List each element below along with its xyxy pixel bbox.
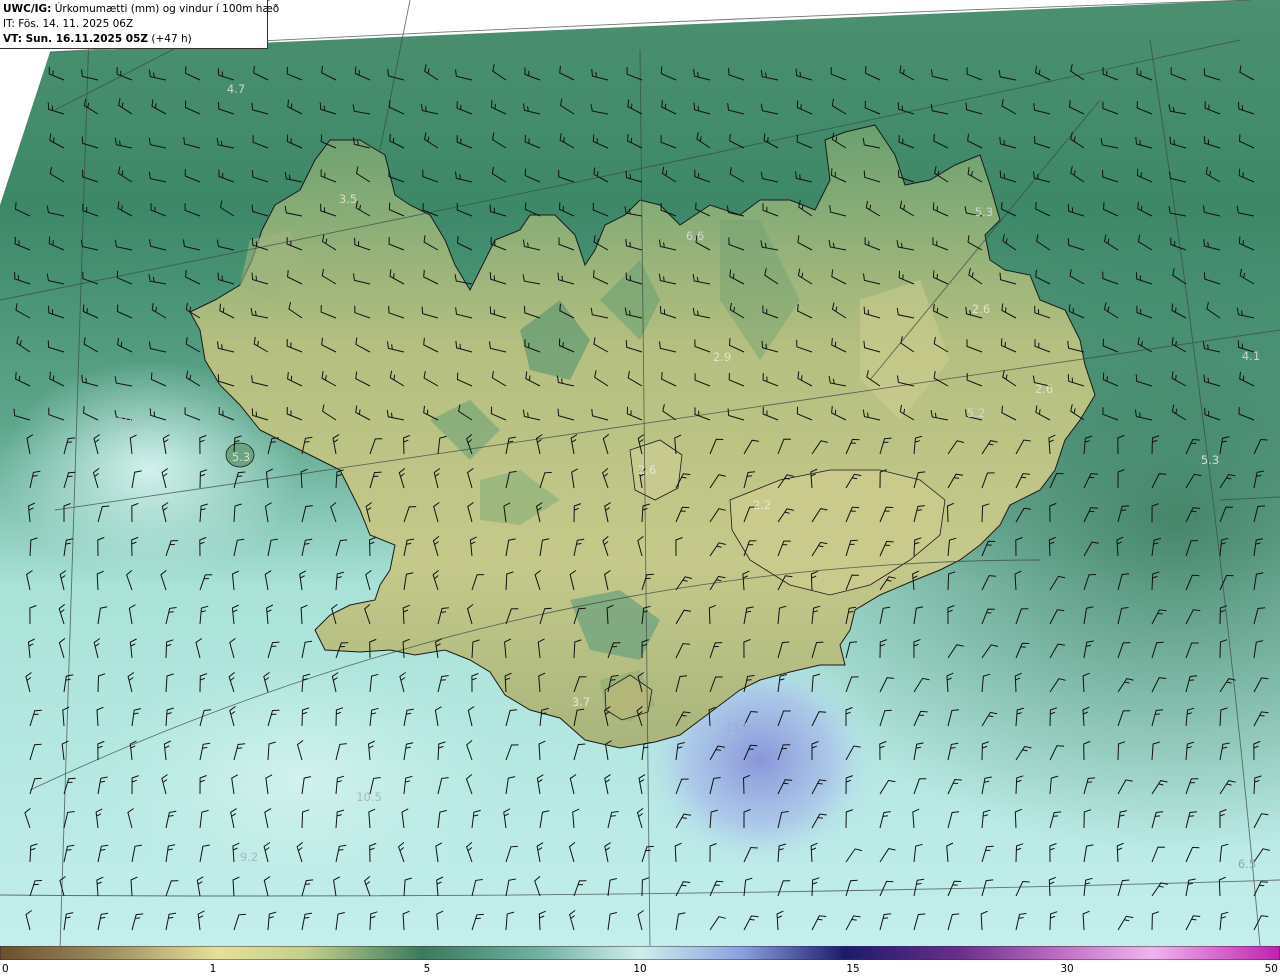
valid-time: VT: Sun. 16.11.2025 05Z (+47 h) <box>3 32 264 47</box>
value-label: 10.5 <box>356 790 382 804</box>
value-label: 5.2 <box>967 406 985 420</box>
value-label: 5.3 <box>975 205 993 219</box>
value-label: 6.6 <box>686 229 704 243</box>
valid-suffix: (+47 h) <box>148 33 192 45</box>
map-title: UWC/IG: Úrkomumætti (mm) og vindur í 100… <box>3 2 279 17</box>
map-area: 4.7 3.5 6.6 5.3 2.6 4.1 2.9 2.6 5.2 10.6… <box>0 0 1280 946</box>
colorbar-tick: 1 <box>209 963 217 975</box>
colorbar-tick: 50 <box>1264 963 1278 975</box>
value-label: 2.6 <box>1035 382 1053 396</box>
colorbar-tick: 15 <box>846 963 860 975</box>
value-label: 4.7 <box>227 82 245 96</box>
colorbar <box>0 946 1280 960</box>
value-label: 3.5 <box>339 192 357 206</box>
colorbar-tick: 5 <box>423 963 431 975</box>
value-label: 2.6 <box>638 463 656 477</box>
value-label: 10.6 <box>117 414 143 428</box>
info-box: UWC/IG: Úrkomumætti (mm) og vindur í 100… <box>0 0 279 49</box>
colorbar-tick: 0 <box>2 963 9 975</box>
model-prefix: UWC/IG: <box>3 3 52 15</box>
colorbar-labels: 0 1 5 10 15 30 50 <box>0 961 1280 978</box>
value-label: 3.7 <box>572 695 590 709</box>
init-time: IT: Fös. 14. 11. 2025 06Z <box>3 18 134 30</box>
value-label: 2.9 <box>713 350 731 364</box>
value-label: 5.3 <box>232 450 250 464</box>
value-label: 5.3 <box>1201 453 1219 467</box>
title-text: Úrkomumætti (mm) og vindur í 100m hæð <box>51 3 280 15</box>
value-label: 6.5 <box>1238 857 1256 871</box>
value-label: 2.6 <box>972 302 990 316</box>
colorbar-tick: 10 <box>633 963 647 975</box>
precipitation-map: 4.7 3.5 6.6 5.3 2.6 4.1 2.9 2.6 5.2 10.6… <box>0 0 1280 946</box>
colorbar-tick: 30 <box>1060 963 1074 975</box>
value-label: 11.9 <box>725 720 751 734</box>
valid-prefix: VT: Sun. 16.11.2025 05Z <box>3 33 149 45</box>
value-label: 2.2 <box>753 498 771 512</box>
value-label: 9.2 <box>240 850 258 864</box>
value-label: 4.1 <box>1242 349 1260 363</box>
